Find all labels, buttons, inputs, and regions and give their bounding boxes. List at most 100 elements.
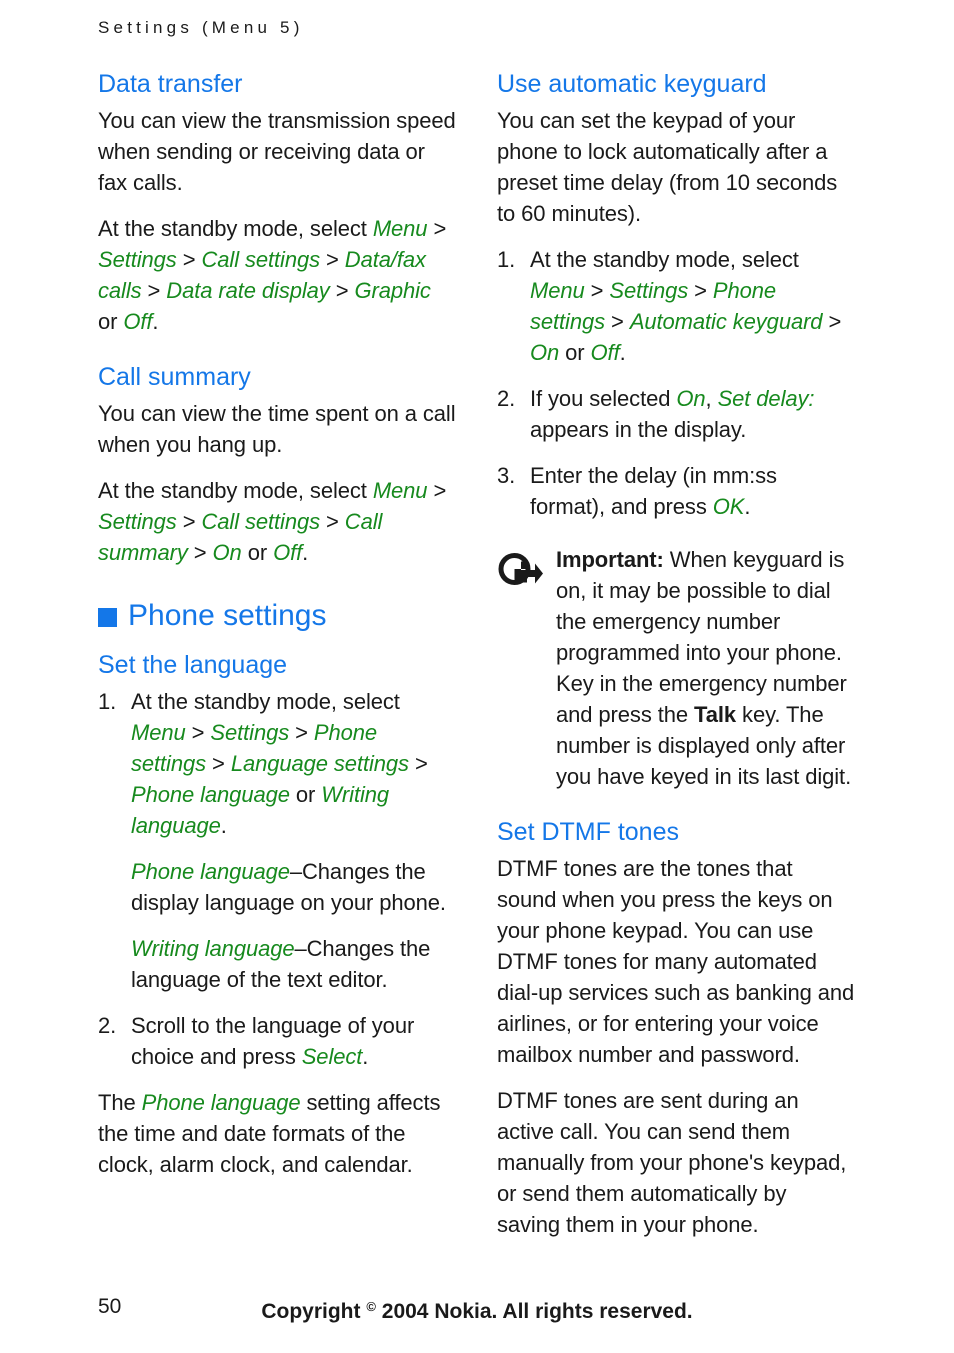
text-lead: At the standby mode, select (98, 478, 373, 503)
paragraph-language-closing: The Phone language setting affects the t… (98, 1087, 456, 1180)
term-writing-language: Writing language (131, 936, 295, 961)
menu-path-menu: Menu (530, 278, 585, 303)
separator: > (176, 509, 202, 534)
text-period: . (152, 309, 159, 334)
menu-path-settings: Settings (98, 509, 177, 534)
term-phone-language: Phone language (131, 859, 290, 884)
separator: > (320, 247, 345, 272)
separator: > (187, 540, 213, 565)
menu-value-off: Off (123, 309, 153, 334)
important-text-part1: When keyguard is on, it may be possible … (556, 547, 847, 727)
menu-value-set-delay: Set delay: (717, 386, 815, 411)
steps-set-the-language: At the standby mode, select Menu > Setti… (98, 686, 456, 1072)
heading-call-summary: Call summary (98, 363, 251, 391)
paragraph-call-summary-intro: You can view the time spent on a call wh… (98, 401, 456, 457)
menu-value-graphic: Graphic (354, 278, 431, 303)
menu-path-settings: Settings (609, 278, 689, 303)
important-label: Important: (556, 547, 664, 572)
paragraph-data-transfer-intro: You can view the transmission speed when… (98, 108, 456, 195)
text-lead: The (98, 1090, 142, 1115)
text-or: or (559, 340, 591, 365)
text-lead: At the standby mode, select (98, 216, 373, 241)
menu-value-ok: OK (712, 494, 745, 519)
page-footer: 50 Copyright © 2004 Nokia. All rights re… (0, 1294, 954, 1323)
menu-value-phone-language: Phone language (131, 782, 290, 807)
text-or: or (289, 782, 322, 807)
separator: > (427, 478, 447, 503)
steps-automatic-keyguard: At the standby mode, select Menu > Setti… (497, 244, 855, 522)
running-header: Settings (Menu 5) (98, 18, 304, 37)
chapter-heading-phone-settings: Phone settings (98, 599, 456, 633)
paragraph-keyguard-intro: You can set the keypad of your phone to … (497, 108, 838, 226)
menu-value-off: Off (273, 540, 303, 565)
menu-path-menu: Menu (131, 720, 186, 745)
text-period: . (744, 494, 751, 519)
square-bullet-icon (98, 607, 117, 627)
menu-value-on: On (212, 540, 242, 565)
separator: > (289, 720, 314, 745)
menu-path-call-settings: Call settings (201, 247, 321, 272)
term-phone-language: Phone language (141, 1090, 301, 1115)
step-item: If you selected On, Set delay: appears i… (497, 383, 855, 445)
copyright-symbol: © (366, 1299, 376, 1314)
separator: > (408, 751, 428, 776)
text-or: or (241, 540, 274, 565)
text-or: or (98, 309, 124, 334)
step-item: At the standby mode, select Menu > Setti… (98, 686, 456, 995)
separator: > (822, 309, 842, 334)
heading-set-dtmf-tones: Set DTMF tones (497, 818, 679, 846)
manual-page: Settings (Menu 5) Data transfer You can … (0, 0, 954, 1353)
step-item: Scroll to the language of your choice an… (98, 1010, 456, 1072)
separator: > (141, 278, 167, 303)
menu-value-on: On (676, 386, 706, 411)
copyright-notice: Copyright © 2004 Nokia. All rights reser… (0, 1294, 954, 1325)
separator: > (584, 278, 610, 303)
heading-data-transfer: Data transfer (98, 70, 243, 98)
text-lead: If you selected (530, 386, 677, 411)
menu-path-settings: Settings (210, 720, 290, 745)
step-item: Enter the delay (in mm:ss format), and p… (497, 460, 855, 522)
paragraph-data-transfer-path: At the standby mode, select Menu > Setti… (98, 213, 456, 337)
text-period: . (619, 340, 626, 365)
text-lead: Scroll to the language of your choice an… (131, 1013, 415, 1069)
menu-value-select: Select (301, 1044, 363, 1069)
menu-path-automatic-keyguard: Automatic keyguard (629, 309, 823, 334)
menu-path-data-rate-display: Data rate display (166, 278, 330, 303)
copyright-prefix: Copyright (261, 1300, 367, 1323)
left-column: Data transfer You can view the transmiss… (98, 70, 456, 1180)
definition-writing-language: Writing language–Changes the language of… (131, 933, 456, 995)
menu-path-menu: Menu (372, 216, 428, 241)
text-lead: At the standby mode, select (131, 689, 400, 714)
menu-path-settings: Settings (98, 247, 177, 272)
copyright-suffix: 2004 Nokia. All rights reserved. (375, 1300, 693, 1323)
right-column: Use automatic keyguard You can set the k… (497, 70, 855, 1240)
chapter-heading-label: Phone settings (128, 599, 327, 632)
separator: > (427, 216, 447, 241)
heading-use-automatic-keyguard: Use automatic keyguard (497, 70, 767, 98)
separator: > (688, 278, 713, 303)
menu-path-language-settings: Language settings (230, 751, 409, 776)
text-comma: , (705, 386, 718, 411)
paragraph-dtmf-sending: DTMF tones are sent during an active cal… (497, 1088, 847, 1237)
definition-phone-language: Phone language–Changes the display langu… (131, 856, 456, 918)
step-item: At the standby mode, select Menu > Setti… (497, 244, 855, 368)
paragraph-dtmf-intro: DTMF tones are the tones that sound when… (497, 856, 855, 1067)
text-period: . (302, 540, 309, 565)
separator: > (605, 309, 630, 334)
menu-value-on: On (530, 340, 560, 365)
menu-path-menu: Menu (372, 478, 428, 503)
separator: > (329, 278, 355, 303)
heading-set-the-language: Set the language (98, 651, 288, 679)
text-lead: At the standby mode, select (530, 247, 799, 272)
talk-key-label: Talk (694, 702, 737, 727)
important-arrow-icon (497, 550, 544, 588)
separator: > (176, 247, 202, 272)
paragraph-call-summary-path: At the standby mode, select Menu > Setti… (98, 475, 456, 568)
text-tail: appears in the display. (530, 417, 747, 442)
important-note-text: Important: When keyguard is on, it may b… (556, 544, 855, 792)
text-period: . (220, 813, 227, 838)
text-period: . (362, 1044, 369, 1069)
menu-value-off: Off (590, 340, 620, 365)
important-note: Important: When keyguard is on, it may b… (497, 544, 855, 792)
separator: > (320, 509, 345, 534)
